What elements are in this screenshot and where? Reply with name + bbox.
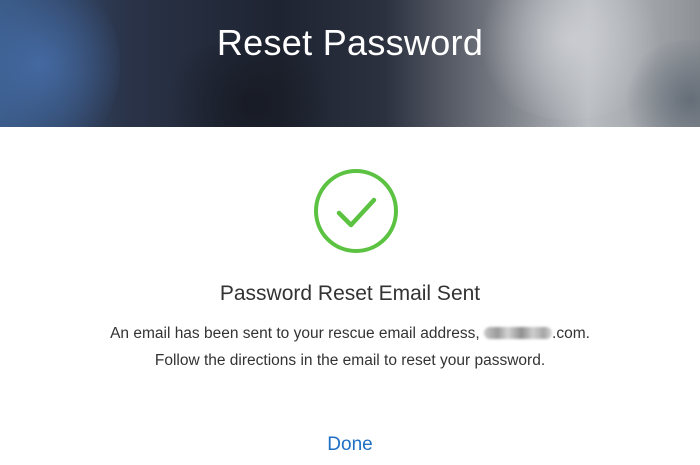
masked-email-redaction [484, 327, 553, 339]
header-banner: Reset Password [0, 0, 700, 127]
status-heading: Password Reset Email Sent [219, 282, 481, 305]
status-message: An email has been sent to your rescue em… [110, 320, 590, 374]
page-title: Reset Password [216, 22, 484, 63]
message-text: An email has been sent to your rescue em… [110, 325, 485, 342]
checkmark-circle-icon [314, 169, 398, 253]
masked-email-domain: .com [552, 325, 586, 342]
done-button[interactable]: Done [0, 434, 700, 456]
